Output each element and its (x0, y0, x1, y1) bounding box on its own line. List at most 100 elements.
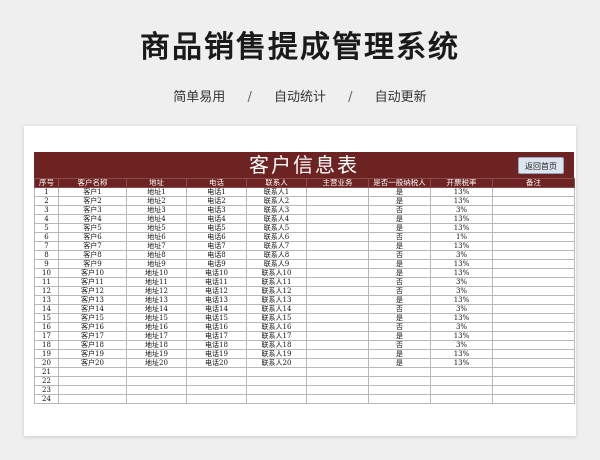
table-cell-general-taxpayer[interactable]: 否 (368, 205, 431, 215)
table-cell-phone[interactable]: 电话15 (186, 313, 247, 323)
table-cell-customer-name[interactable]: 客户15 (58, 313, 127, 323)
table-cell-remarks[interactable] (492, 232, 575, 242)
table-cell-general-taxpayer[interactable]: 是 (368, 187, 431, 197)
table-cell-address[interactable]: 地址20 (126, 358, 187, 368)
table-cell-contact[interactable]: 联系人11 (246, 277, 307, 287)
table-cell-address[interactable]: 地址6 (126, 232, 187, 242)
table-cell-index[interactable]: 8 (34, 250, 59, 260)
table-cell-contact[interactable]: 联系人15 (246, 313, 307, 323)
column-header-tax-rate[interactable]: 开票税率 (430, 178, 493, 188)
table-cell-customer-name[interactable]: 客户1 (58, 187, 127, 197)
table-cell-address[interactable]: 地址15 (126, 313, 187, 323)
table-cell-contact[interactable]: 联系人14 (246, 304, 307, 314)
table-cell-customer-name[interactable]: 客户18 (58, 340, 127, 350)
table-cell-customer-name[interactable] (58, 367, 127, 377)
table-cell-phone[interactable]: 电话2 (186, 196, 247, 206)
table-cell-general-taxpayer[interactable]: 是 (368, 196, 431, 206)
table-cell-tax-rate[interactable]: 13% (430, 241, 493, 251)
table-cell-main-business[interactable] (306, 196, 369, 206)
table-cell-phone[interactable]: 电话14 (186, 304, 247, 314)
table-cell-remarks[interactable] (492, 205, 575, 215)
table-cell-main-business[interactable] (306, 241, 369, 251)
table-cell-address[interactable]: 地址1 (126, 187, 187, 197)
table-cell-address[interactable]: 地址7 (126, 241, 187, 251)
table-cell-contact[interactable]: 联系人12 (246, 286, 307, 296)
table-cell-tax-rate[interactable]: 3% (430, 205, 493, 215)
table-cell-index[interactable]: 19 (34, 349, 59, 359)
table-cell-phone[interactable] (186, 367, 247, 377)
table-cell-general-taxpayer[interactable]: 否 (368, 286, 431, 296)
table-cell-contact[interactable]: 联系人19 (246, 349, 307, 359)
table-cell-address[interactable]: 地址11 (126, 277, 187, 287)
table-cell-tax-rate[interactable]: 13% (430, 187, 493, 197)
table-cell-address[interactable]: 地址16 (126, 322, 187, 332)
table-cell-remarks[interactable] (492, 340, 575, 350)
table-cell-address[interactable]: 地址17 (126, 331, 187, 341)
table-cell-address[interactable]: 地址5 (126, 223, 187, 233)
table-cell-address[interactable]: 地址4 (126, 214, 187, 224)
table-cell-main-business[interactable] (306, 187, 369, 197)
table-cell-tax-rate[interactable]: 13% (430, 214, 493, 224)
table-cell-tax-rate[interactable]: 13% (430, 349, 493, 359)
table-cell-tax-rate[interactable]: 13% (430, 259, 493, 269)
table-cell-address[interactable] (126, 394, 187, 404)
table-cell-phone[interactable]: 电话11 (186, 277, 247, 287)
table-cell-main-business[interactable] (306, 214, 369, 224)
table-cell-index[interactable]: 9 (34, 259, 59, 269)
table-cell-index[interactable]: 12 (34, 286, 59, 296)
column-header-phone[interactable]: 电话 (186, 178, 247, 188)
table-cell-customer-name[interactable]: 客户6 (58, 232, 127, 242)
back-to-home-button[interactable]: 返回首页 (518, 157, 564, 174)
table-cell-remarks[interactable] (492, 304, 575, 314)
table-cell-address[interactable]: 地址19 (126, 349, 187, 359)
table-cell-contact[interactable]: 联系人3 (246, 205, 307, 215)
table-cell-phone[interactable]: 电话12 (186, 286, 247, 296)
table-cell-remarks[interactable] (492, 214, 575, 224)
column-header-index[interactable]: 序号 (34, 178, 59, 188)
table-cell-general-taxpayer[interactable]: 是 (368, 358, 431, 368)
table-cell-tax-rate[interactable]: 3% (430, 277, 493, 287)
table-cell-general-taxpayer[interactable] (368, 394, 431, 404)
table-cell-phone[interactable]: 电话1 (186, 187, 247, 197)
table-cell-remarks[interactable] (492, 268, 575, 278)
table-cell-phone[interactable]: 电话8 (186, 250, 247, 260)
table-cell-main-business[interactable] (306, 322, 369, 332)
table-cell-phone[interactable] (186, 376, 247, 386)
table-cell-general-taxpayer[interactable]: 是 (368, 223, 431, 233)
table-cell-general-taxpayer[interactable]: 是 (368, 313, 431, 323)
table-cell-address[interactable]: 地址13 (126, 295, 187, 305)
table-cell-main-business[interactable] (306, 295, 369, 305)
table-cell-tax-rate[interactable]: 3% (430, 322, 493, 332)
table-cell-general-taxpayer[interactable] (368, 376, 431, 386)
table-cell-customer-name[interactable]: 客户17 (58, 331, 127, 341)
table-cell-contact[interactable]: 联系人20 (246, 358, 307, 368)
table-cell-address[interactable]: 地址8 (126, 250, 187, 260)
table-cell-phone[interactable]: 电话16 (186, 322, 247, 332)
table-cell-customer-name[interactable]: 客户14 (58, 304, 127, 314)
table-cell-phone[interactable] (186, 394, 247, 404)
table-cell-address[interactable]: 地址10 (126, 268, 187, 278)
table-cell-remarks[interactable] (492, 295, 575, 305)
table-cell-main-business[interactable] (306, 340, 369, 350)
table-cell-phone[interactable]: 电话20 (186, 358, 247, 368)
table-cell-main-business[interactable] (306, 385, 369, 395)
table-cell-tax-rate[interactable]: 3% (430, 286, 493, 296)
table-cell-tax-rate[interactable]: 13% (430, 223, 493, 233)
column-header-general-taxpayer[interactable]: 是否一般纳税人 (368, 178, 431, 188)
table-cell-phone[interactable]: 电话7 (186, 241, 247, 251)
table-cell-contact[interactable]: 联系人10 (246, 268, 307, 278)
table-cell-address[interactable]: 地址18 (126, 340, 187, 350)
table-cell-general-taxpayer[interactable]: 是 (368, 259, 431, 269)
table-cell-main-business[interactable] (306, 259, 369, 269)
table-cell-general-taxpayer[interactable]: 是 (368, 268, 431, 278)
table-cell-main-business[interactable] (306, 277, 369, 287)
table-cell-remarks[interactable] (492, 394, 575, 404)
table-cell-remarks[interactable] (492, 331, 575, 341)
table-cell-tax-rate[interactable]: 13% (430, 313, 493, 323)
table-cell-general-taxpayer[interactable]: 是 (368, 214, 431, 224)
table-cell-index[interactable]: 5 (34, 223, 59, 233)
table-cell-contact[interactable]: 联系人7 (246, 241, 307, 251)
table-cell-tax-rate[interactable]: 13% (430, 331, 493, 341)
table-cell-remarks[interactable] (492, 223, 575, 233)
table-cell-main-business[interactable] (306, 304, 369, 314)
